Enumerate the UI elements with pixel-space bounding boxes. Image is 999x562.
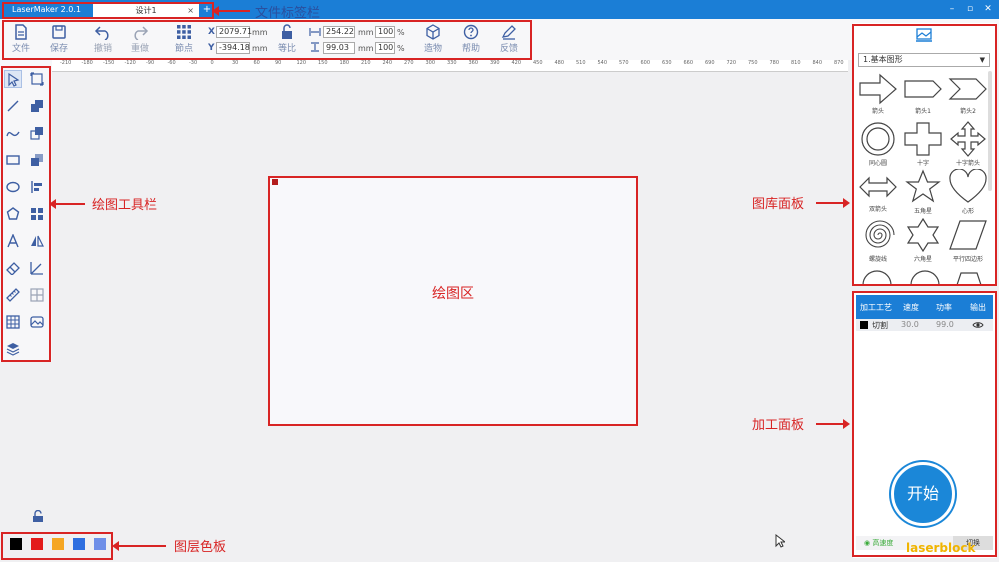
- draw-tools-callout: 绘图工具栏: [92, 198, 158, 213]
- tab-bar-arrow: [212, 6, 250, 16]
- ruler-tick: 540: [597, 60, 608, 66]
- layer-colors-highlight: [1, 532, 113, 560]
- horizontal-ruler: -210 -180 -150 -120 -90 -60 -30 0 30 60 90 120 150 18…: [52, 60, 848, 72]
- library-arrow: [816, 202, 844, 204]
- ruler-tick: 510: [576, 60, 586, 66]
- tab-bar-callout: 文件标签栏: [255, 6, 321, 21]
- ruler-tick: 870: [834, 60, 844, 66]
- ruler-tick: 720: [726, 60, 737, 66]
- tab-bar-highlight: [2, 2, 214, 19]
- ruler-tick: 150: [318, 60, 328, 66]
- ruler-tick: 30: [232, 60, 239, 66]
- maximize-button[interactable]: ▫: [963, 2, 977, 16]
- ruler-tick: 210: [361, 60, 371, 66]
- ruler-tick: -120: [124, 60, 136, 66]
- ruler-tick: 390: [490, 60, 500, 66]
- ruler-tick: 330: [447, 60, 457, 66]
- ruler-tick: 360: [468, 60, 479, 66]
- layer-colors-callout: 图层色板: [174, 540, 227, 555]
- library-highlight: [852, 24, 997, 286]
- ruler-tick: 840: [812, 60, 823, 66]
- ruler-tick: 450: [533, 60, 543, 66]
- draw-tools-arrow: [49, 199, 85, 209]
- draw-tools-highlight: [1, 66, 51, 362]
- ruler-tick: 750: [748, 60, 758, 66]
- ruler-tick: 810: [791, 60, 801, 66]
- ruler-tick: 270: [404, 60, 414, 66]
- ruler-tick: 780: [769, 60, 780, 66]
- library-callout: 图库面板: [752, 197, 805, 212]
- watermark: laserblock: [906, 541, 976, 555]
- ruler-tick: 120: [296, 60, 307, 66]
- minimize-button[interactable]: –: [945, 2, 959, 16]
- ruler-tick: 90: [275, 60, 282, 66]
- ruler-tick: 570: [619, 60, 629, 66]
- ruler-tick: 0: [210, 60, 214, 66]
- canvas-highlight: [268, 176, 638, 426]
- ruler-tick: 600: [640, 60, 651, 66]
- toolbar-highlight: [2, 20, 532, 60]
- ruler-tick: 180: [339, 60, 350, 66]
- ruler-tick: 420: [511, 60, 522, 66]
- ruler-tick: -30: [189, 60, 198, 66]
- ruler-tick: -150: [103, 60, 115, 66]
- ruler-tick: 240: [382, 60, 393, 66]
- process-callout: 加工面板: [752, 418, 805, 433]
- ruler-tick: 480: [554, 60, 565, 66]
- process-arrow: [816, 423, 844, 425]
- mouse-cursor-icon: [775, 534, 785, 548]
- ruler-tick: 630: [662, 60, 672, 66]
- close-window-button[interactable]: ✕: [981, 2, 995, 16]
- ruler-tick: -60: [167, 60, 176, 66]
- ruler-tick: -210: [60, 60, 72, 66]
- ruler-tick: 60: [253, 60, 260, 66]
- ruler-tick: -90: [146, 60, 155, 66]
- ruler-tick: -180: [81, 60, 93, 66]
- ruler-tick: 690: [705, 60, 715, 66]
- ruler-tick: 300: [425, 60, 436, 66]
- process-highlight: [852, 291, 997, 557]
- ruler-tick: 660: [683, 60, 694, 66]
- unlock-icon[interactable]: [32, 510, 44, 523]
- layer-colors-arrow: [112, 541, 166, 551]
